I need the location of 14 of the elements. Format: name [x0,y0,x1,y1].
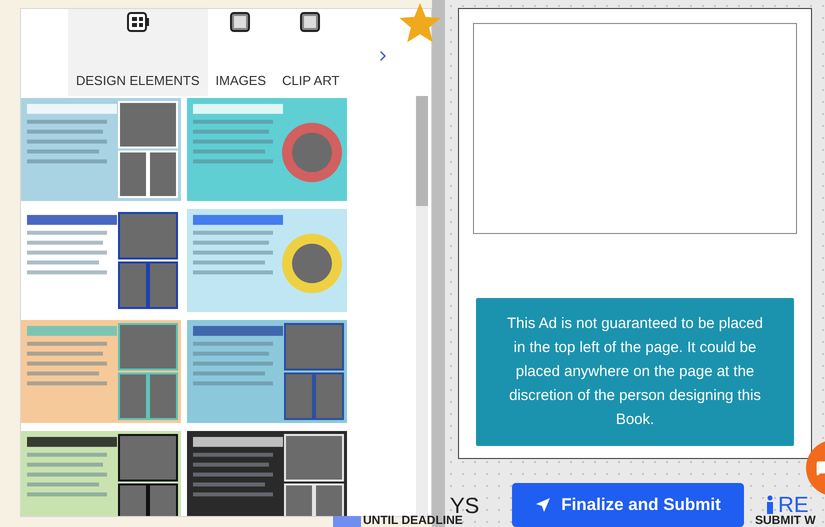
deadline-label: UNTIL DEADLINE [363,514,463,527]
scrollbar-thumb[interactable] [416,96,428,206]
tab[interactable]: DESIGN ELEMENTS [68,9,208,96]
notice-banner: This Ad is not guaranteed to be placed in the top left of the page. It could be placed anywhere on the page at the discretion of the person designing this Book. [476,298,794,446]
info-caption: SUBMIT W [755,514,816,527]
send-icon [535,497,552,513]
submit-button[interactable]: Finalize and Submit [512,483,744,527]
info-icon [766,495,774,515]
deadline-bar [333,516,361,527]
layout-icon [126,12,149,32]
layout-icon [300,12,322,32]
star-icon[interactable] [398,3,442,45]
layout-icon [230,12,252,32]
info-link[interactable]: RE [778,494,809,516]
